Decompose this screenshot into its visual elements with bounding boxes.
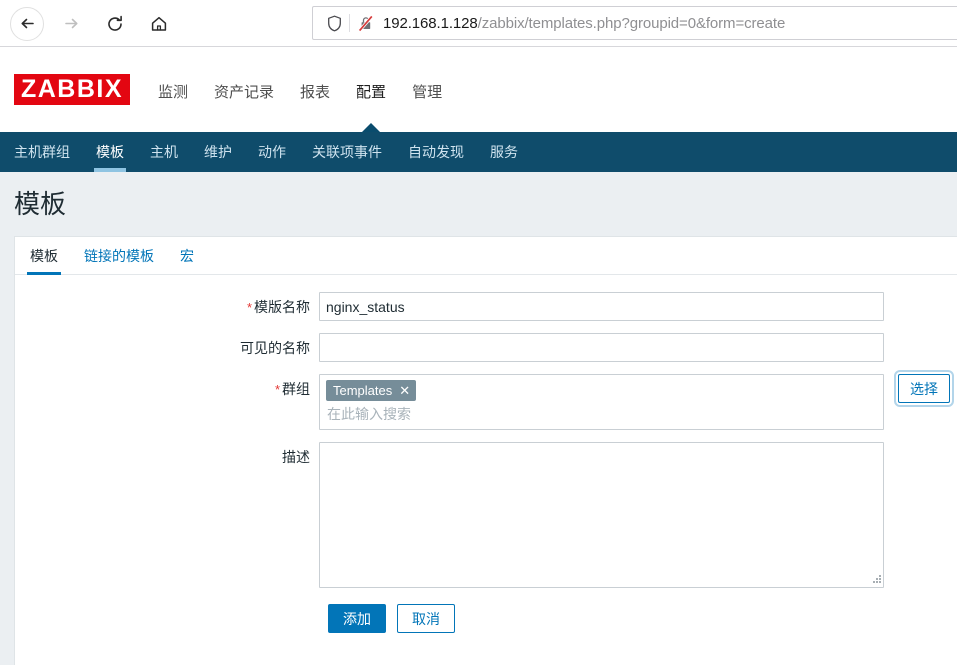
groups-multiselect[interactable]: Templates ✕ <box>319 374 884 430</box>
subnav-item-templates[interactable]: 模板 <box>94 132 126 172</box>
label-template-name: * 模版名称 <box>15 292 319 320</box>
form-row-description: 描述 <box>15 442 957 588</box>
forward-button[interactable] <box>54 7 88 41</box>
url-text: 192.168.1.128/zabbix/templates.php?group… <box>380 15 785 32</box>
insecure-connection-icon[interactable] <box>352 14 380 32</box>
label-template-name-text: 模版名称 <box>254 299 310 315</box>
subnav-item-actions[interactable]: 动作 <box>256 132 288 172</box>
urlbar-divider <box>349 14 350 32</box>
label-groups: * 群组 <box>15 374 319 402</box>
subnav-item-host-groups[interactable]: 主机群组 <box>12 132 72 172</box>
template-name-input[interactable] <box>319 292 884 321</box>
field-visible-name <box>319 333 884 362</box>
field-groups: Templates ✕ 选择 <box>319 370 954 430</box>
page-title: 模板 <box>14 189 67 219</box>
zabbix-logo[interactable]: ZABBIX <box>14 74 130 105</box>
subnav-item-services[interactable]: 服务 <box>488 132 520 172</box>
form-row-visible-name: 可见的名称 <box>15 333 957 362</box>
reload-icon <box>106 15 124 33</box>
select-groups-button[interactable]: 选择 <box>894 370 954 407</box>
form-row-template-name: * 模版名称 <box>15 292 957 321</box>
form-tabs: 模板 链接的模板 宏 <box>15 237 957 275</box>
main-nav-item-configuration[interactable]: 配置 <box>356 47 386 132</box>
browser-nav-buttons <box>0 0 176 47</box>
required-marker: * <box>274 382 280 397</box>
form-row-groups: *群组 Templates ✕ 选择 <box>15 370 957 430</box>
remove-chip-icon[interactable]: ✕ <box>399 384 410 397</box>
main-nav-item-administration[interactable]: 管理 <box>412 47 442 132</box>
url-host: 192.168.1.128 <box>383 14 478 32</box>
subnav-item-correlation[interactable]: 关联项事件 <box>310 132 384 172</box>
reload-button[interactable] <box>98 7 132 41</box>
tab-macros[interactable]: 宏 <box>177 237 197 274</box>
template-form-card: 模板 链接的模板 宏 *模版名称 可见的名称 *群组 <box>14 236 957 665</box>
app-header: ZABBIX 监测 资产记录 报表 配置 管理 <box>0 47 957 132</box>
main-nav-item-monitoring[interactable]: 监测 <box>158 47 188 132</box>
address-bar[interactable]: 192.168.1.128/zabbix/templates.php?group… <box>312 6 957 40</box>
group-chip-templates[interactable]: Templates ✕ <box>326 380 417 401</box>
main-navigation: 监测 资产记录 报表 配置 管理 <box>158 47 442 132</box>
required-marker: * <box>246 300 252 315</box>
back-button[interactable] <box>10 6 44 41</box>
back-arrow-icon <box>18 14 37 33</box>
home-icon <box>150 15 168 33</box>
tab-template[interactable]: 模板 <box>27 237 61 275</box>
subnav-item-hosts[interactable]: 主机 <box>148 132 180 172</box>
add-button[interactable]: 添加 <box>328 604 386 633</box>
tracking-protection-shield-icon[interactable] <box>321 15 347 32</box>
subnav-item-discovery[interactable]: 自动发现 <box>406 132 466 172</box>
subnav-item-maintenance[interactable]: 维护 <box>202 132 234 172</box>
visible-name-input[interactable] <box>319 333 884 362</box>
field-template-name <box>319 292 884 321</box>
form-footer: 添加 取消 <box>15 604 957 633</box>
description-textarea[interactable] <box>319 442 884 588</box>
label-visible-name: 可见的名称 <box>240 340 310 356</box>
label-description: 描述 <box>282 449 310 465</box>
tab-linked-templates[interactable]: 链接的模板 <box>81 237 157 274</box>
groups-search-input[interactable] <box>326 406 877 422</box>
main-nav-item-reports[interactable]: 报表 <box>300 47 330 132</box>
label-groups-text: 群组 <box>282 381 310 397</box>
sub-navigation: 主机群组 模板 主机 维护 动作 关联项事件 自动发现 服务 <box>0 132 957 172</box>
main-nav-item-inventory[interactable]: 资产记录 <box>214 47 274 132</box>
template-form: *模版名称 可见的名称 *群组 Templates <box>15 275 957 633</box>
field-description <box>319 442 884 588</box>
url-path: /zabbix/templates.php?groupid=0&form=cre… <box>477 14 786 32</box>
page-content: 模板 模板 链接的模板 宏 *模版名称 可见的名称 <box>0 172 957 665</box>
browser-toolbar: 192.168.1.128/zabbix/templates.php?group… <box>0 0 957 47</box>
home-button[interactable] <box>142 7 176 41</box>
forward-arrow-icon <box>62 14 81 33</box>
group-chip-label: Templates <box>333 383 393 398</box>
cancel-button[interactable]: 取消 <box>397 604 455 633</box>
